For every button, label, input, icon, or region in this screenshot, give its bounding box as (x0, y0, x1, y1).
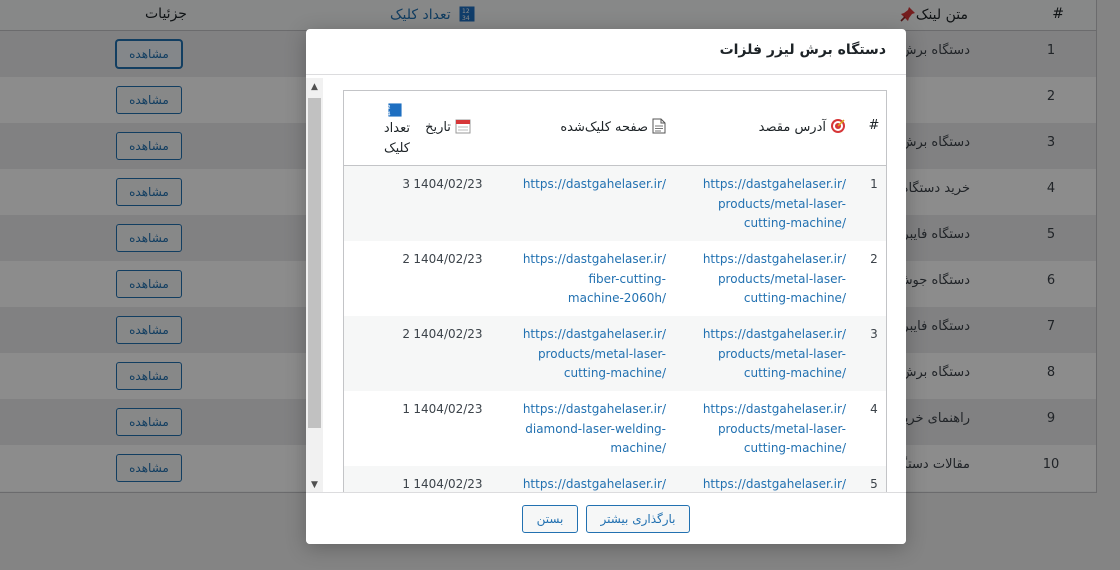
col-page: صفحه کلیک‌شده (516, 118, 666, 135)
clicked-page-link[interactable]: products/metal-laser- (516, 345, 666, 365)
calendar-icon (455, 119, 471, 134)
click-count: 1 (402, 402, 410, 416)
modal-body: ▲ ▼ # آدرس مقصد صفحه کلیک‌شده تاریخ 1234… (306, 75, 906, 492)
modal-title: دستگاه برش لیزر فلزات (719, 42, 886, 58)
target-url-link[interactable]: https://dastgahelaser.ir/ (696, 475, 846, 492)
page-icon (652, 118, 666, 134)
click-date: 1404/02/23 (413, 252, 483, 266)
scroll-up-icon[interactable]: ▲ (306, 80, 323, 94)
numbers-icon: 1234 (388, 103, 402, 117)
modal-footer: بارگذاری بیشتر بستن (306, 492, 906, 544)
clicked-page-link[interactable]: https://dastgahelaser.ir/ (516, 475, 666, 492)
row-index: 2 (870, 252, 878, 266)
clicks-table-header: # آدرس مقصد صفحه کلیک‌شده تاریخ 1234تعدا… (344, 91, 886, 166)
table-row: 3 https://dastgahelaser.ir/products/metal… (344, 316, 886, 391)
target-url: https://dastgahelaser.ir/products/metal-… (696, 325, 846, 384)
target-url-link[interactable]: cutting-machine/ (696, 289, 846, 309)
click-count: 2 (402, 327, 410, 341)
scroll-down-icon[interactable]: ▼ (306, 478, 323, 492)
table-row: 5 https://dastgahelaser.ir/https://dastga… (344, 466, 886, 492)
click-date: 1404/02/23 (413, 177, 483, 191)
click-date: 1404/02/23 (413, 477, 483, 491)
target-url-link[interactable]: products/metal-laser- (696, 420, 846, 440)
col-index: # (868, 118, 880, 133)
target-url-link[interactable]: cutting-machine/ (696, 439, 846, 459)
clicked-page-url: https://dastgahelaser.ir/ (516, 175, 666, 195)
clicked-page-url: https://dastgahelaser.ir/fiber-cutting-m… (516, 250, 666, 309)
target-icon (831, 119, 845, 133)
target-url-link[interactable]: cutting-machine/ (696, 364, 846, 384)
clicked-page-url: https://dastgahelaser.ir/ (516, 475, 666, 492)
click-count: 2 (402, 252, 410, 266)
target-url-link[interactable]: products/metal-laser- (696, 270, 846, 290)
row-index: 5 (870, 477, 878, 491)
scrollbar-thumb[interactable] (308, 98, 321, 428)
clicked-page-link[interactable]: https://dastgahelaser.ir/ (516, 175, 666, 195)
click-date: 1404/02/23 (413, 402, 483, 416)
svg-text:12: 12 (388, 105, 391, 111)
clicks-table: # آدرس مقصد صفحه کلیک‌شده تاریخ 1234تعدا… (343, 90, 887, 492)
target-url: https://dastgahelaser.ir/products/metal-… (696, 250, 846, 309)
click-count: 1 (402, 477, 410, 491)
target-url-link[interactable]: cutting-machine/ (696, 214, 846, 234)
click-count: 3 (402, 177, 410, 191)
clicked-page-link[interactable]: cutting-machine/ (516, 364, 666, 384)
clicked-page-link[interactable]: machine/ (516, 439, 666, 459)
table-row: 4 https://dastgahelaser.ir/products/metal… (344, 391, 886, 466)
table-row: 2 https://dastgahelaser.ir/products/metal… (344, 241, 886, 316)
click-details-modal: دستگاه برش لیزر فلزات ▲ ▼ # آدرس مقصد صف… (306, 29, 906, 544)
modal-header: دستگاه برش لیزر فلزات (306, 29, 906, 75)
target-url-link[interactable]: https://dastgahelaser.ir/ (696, 175, 846, 195)
row-index: 4 (870, 402, 878, 416)
target-url-link[interactable]: https://dastgahelaser.ir/ (696, 250, 846, 270)
target-url-link[interactable]: products/metal-laser- (696, 345, 846, 365)
close-button[interactable]: بستن (522, 505, 578, 533)
row-index: 1 (870, 177, 878, 191)
load-more-button[interactable]: بارگذاری بیشتر (586, 505, 690, 533)
target-url: https://dastgahelaser.ir/products/metal-… (696, 400, 846, 459)
col-clicks: 1234تعداد کلیک (364, 103, 410, 159)
clicked-page-link[interactable]: machine-2060h/ (516, 289, 666, 309)
col-date: تاریخ (408, 118, 488, 135)
vertical-scrollbar[interactable]: ▲ ▼ (306, 78, 323, 492)
table-row: 1 https://dastgahelaser.ir/products/metal… (344, 166, 886, 241)
clicked-page-link[interactable]: https://dastgahelaser.ir/ (516, 400, 666, 420)
clicked-page-url: https://dastgahelaser.ir/diamond-laser-w… (516, 400, 666, 459)
clicked-page-link[interactable]: fiber-cutting- (516, 270, 666, 290)
target-url-link[interactable]: products/metal-laser- (696, 195, 846, 215)
clicked-page-url: https://dastgahelaser.ir/products/metal-… (516, 325, 666, 384)
clicked-page-link[interactable]: https://dastgahelaser.ir/ (516, 250, 666, 270)
row-index: 3 (870, 327, 878, 341)
target-url: https://dastgahelaser.ir/ (696, 475, 846, 492)
clicked-page-link[interactable]: https://dastgahelaser.ir/ (516, 325, 666, 345)
target-url: https://dastgahelaser.ir/products/metal-… (696, 175, 846, 234)
col-target: آدرس مقصد (696, 118, 846, 135)
clicked-page-link[interactable]: diamond-laser-welding- (516, 420, 666, 440)
click-date: 1404/02/23 (413, 327, 483, 341)
target-url-link[interactable]: https://dastgahelaser.ir/ (696, 400, 846, 420)
target-url-link[interactable]: https://dastgahelaser.ir/ (696, 325, 846, 345)
